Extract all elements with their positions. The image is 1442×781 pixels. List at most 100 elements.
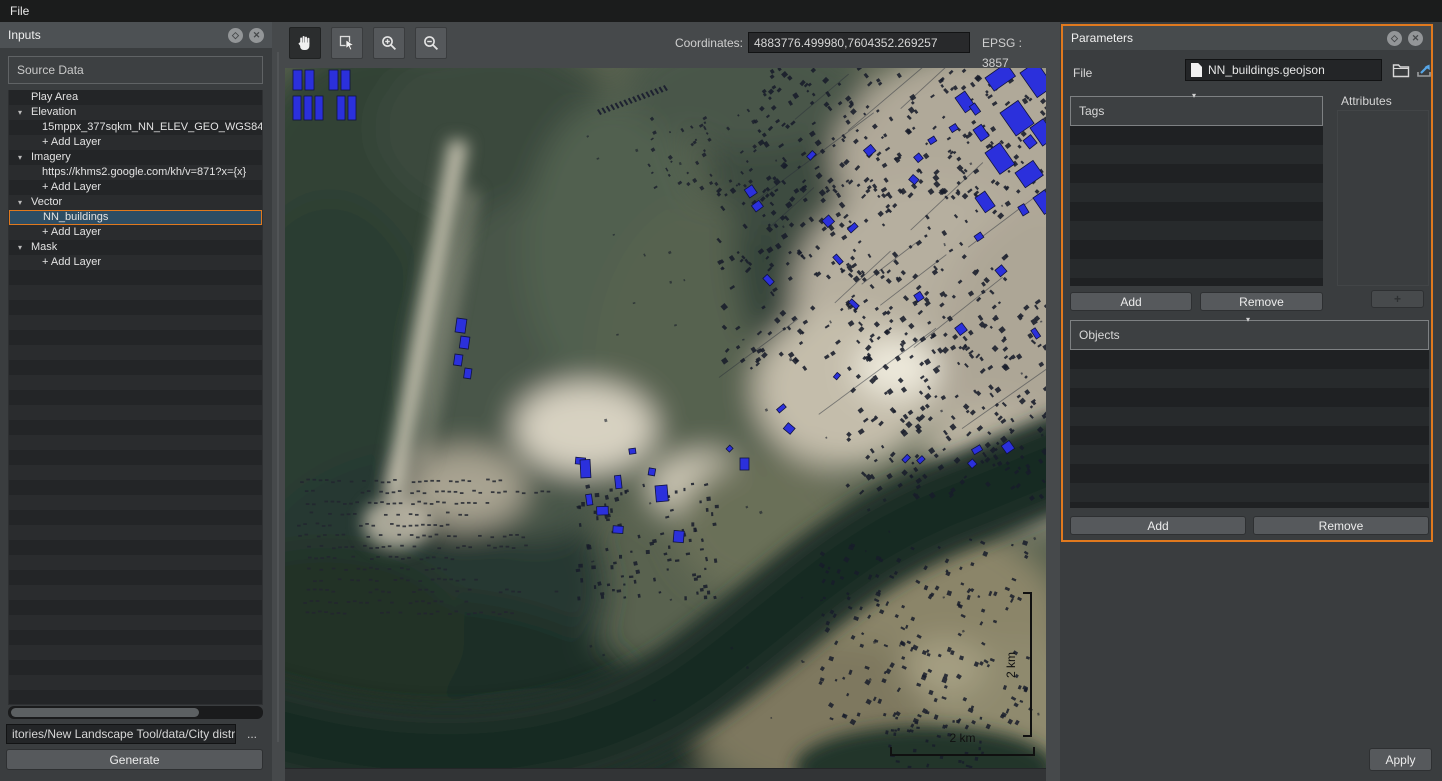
tree-item-play-area[interactable]: Play Area	[9, 90, 262, 105]
tags-sort-indicator-icon[interactable]: ▾	[1192, 92, 1196, 100]
generate-button[interactable]: Generate	[6, 749, 263, 770]
application-window: File Inputs ◇ ✕ Source Data Play Area▾El…	[0, 0, 1442, 781]
apply-button-label: Apply	[1385, 753, 1415, 767]
objects-table-body[interactable]	[1070, 350, 1429, 508]
menu-bar: File	[0, 0, 1442, 22]
float-panel-icon[interactable]: ◇	[228, 28, 243, 43]
file-icon	[1191, 63, 1202, 77]
tree-item-nn-buildings[interactable]: NN_buildings	[9, 210, 262, 225]
tree-item-label: https://khms2.google.com/kh/v=871?x={x}	[9, 165, 246, 180]
inputs-panel-header: Inputs ◇ ✕	[0, 22, 272, 48]
tree-expander-icon[interactable]: ▾	[18, 150, 22, 165]
objects-table-header[interactable]: Objects	[1070, 320, 1429, 350]
tree-item-add-layer[interactable]: + Add Layer	[9, 225, 262, 240]
output-path-input[interactable]: itories/New Landscape Tool/data/City dis…	[6, 724, 236, 744]
tree-item-imagery[interactable]: ▾Imagery	[9, 150, 262, 165]
tree-item-https-khms2-google-com-kh-v-871-x-x[interactable]: https://khms2.google.com/kh/v=871?x={x}	[9, 165, 262, 180]
select-rectangle-icon	[337, 33, 357, 53]
tree-expander-icon[interactable]: ▾	[18, 240, 22, 255]
import-file-button[interactable]	[1414, 59, 1434, 81]
zoom-in-icon	[379, 33, 399, 53]
attributes-area	[1337, 110, 1429, 286]
objects-add-button[interactable]: Add	[1070, 516, 1246, 535]
scalebar-horizontal	[890, 747, 1035, 756]
left-splitter[interactable]	[272, 22, 285, 781]
zoom-out-tool-button[interactable]	[415, 27, 447, 59]
map-canvas[interactable]: 2 km 2 km	[285, 68, 1046, 768]
generate-button-label: Generate	[109, 753, 159, 767]
source-data-label: Source Data	[17, 63, 84, 77]
parameters-panel: Parameters ◇ ✕ File NN_buildings.geojson	[1060, 22, 1442, 781]
parameters-panel-title: Parameters	[1071, 31, 1381, 45]
coordinates-label: Coordinates:	[648, 33, 743, 53]
float-panel-icon[interactable]: ◇	[1387, 31, 1402, 46]
tree-item-label: + Add Layer	[9, 135, 101, 150]
tree-item-label: NN_buildings	[10, 211, 108, 224]
tree-item-add-layer[interactable]: + Add Layer	[9, 255, 262, 270]
tree-item-label: + Add Layer	[9, 255, 101, 270]
parameters-panel-header: Parameters ◇ ✕	[1063, 26, 1431, 50]
tags-remove-button[interactable]: Remove	[1200, 292, 1323, 311]
tree-item-elevation[interactable]: ▾Elevation	[9, 105, 262, 120]
coordinates-value: 4883776.499980,7604352.269257	[754, 36, 938, 50]
tree-hscrollbar-thumb[interactable]	[11, 708, 199, 717]
pan-tool-button[interactable]	[289, 27, 321, 59]
map-area: Coordinates: 4883776.499980,7604352.2692…	[285, 22, 1046, 781]
objects-remove-button[interactable]: Remove	[1253, 516, 1429, 535]
tags-header-label: Tags	[1079, 104, 1104, 118]
tree-item-label: + Add Layer	[9, 180, 101, 195]
menu-file[interactable]: File	[0, 0, 39, 22]
map-bottom-strip	[285, 768, 1046, 781]
attributes-label: Attributes	[1341, 94, 1392, 108]
tags-add-label: Add	[1120, 295, 1141, 309]
tree-item-add-layer[interactable]: + Add Layer	[9, 135, 262, 150]
objects-remove-label: Remove	[1319, 519, 1364, 533]
parameters-focus-box: Parameters ◇ ✕ File NN_buildings.geojson	[1061, 24, 1433, 542]
tree-item-15mppx-377sqkm-nn-elev-geo-wgs84[interactable]: 15mppx_377sqkm_NN_ELEV_GEO_WGS84	[9, 120, 262, 135]
apply-button[interactable]: Apply	[1369, 748, 1432, 771]
zoom-out-icon	[421, 33, 441, 53]
tree-item-label: Vector	[9, 195, 62, 210]
import-icon	[1416, 62, 1432, 78]
tags-add-button[interactable]: Add	[1070, 292, 1192, 311]
source-data-header: Source Data	[8, 56, 263, 84]
objects-add-label: Add	[1147, 519, 1168, 533]
output-path-value: itories/New Landscape Tool/data/City dis…	[12, 727, 236, 741]
inputs-panel: Inputs ◇ ✕ Source Data Play Area▾Elevati…	[0, 22, 272, 781]
zoom-in-tool-button[interactable]	[373, 27, 405, 59]
tree-item-add-layer[interactable]: + Add Layer	[9, 180, 262, 195]
tags-remove-label: Remove	[1239, 295, 1284, 309]
plus-icon: +	[1394, 292, 1401, 306]
tree-item-label: Play Area	[9, 90, 78, 105]
close-panel-icon[interactable]: ✕	[249, 28, 264, 43]
tree-item-label: 15mppx_377sqkm_NN_ELEV_GEO_WGS84	[9, 120, 262, 135]
tags-table-header[interactable]: Tags	[1070, 96, 1323, 126]
file-label: File	[1073, 62, 1133, 84]
inputs-panel-title: Inputs	[8, 28, 222, 42]
source-data-tree: Play Area▾Elevation15mppx_377sqkm_NN_ELE…	[8, 90, 263, 705]
select-tool-button[interactable]	[331, 27, 363, 59]
browse-button[interactable]: ...	[240, 724, 264, 744]
close-panel-icon[interactable]: ✕	[1408, 31, 1423, 46]
scalebar-vertical	[1023, 592, 1032, 737]
tree-expander-icon[interactable]: ▾	[18, 105, 22, 120]
objects-header-label: Objects	[1079, 328, 1120, 342]
coordinates-input[interactable]: 4883776.499980,7604352.269257	[748, 32, 970, 53]
tree-item-mask[interactable]: ▾Mask	[9, 240, 262, 255]
scalebar-vertical-label: 2 km	[1003, 592, 1019, 737]
tree-hscrollbar[interactable]	[8, 706, 263, 719]
objects-sort-indicator-icon[interactable]: ▾	[1246, 316, 1250, 324]
hand-icon	[295, 33, 315, 53]
epsg-label: EPSG : 3857	[982, 33, 1046, 53]
browse-file-button[interactable]	[1388, 59, 1414, 81]
tags-table-body[interactable]	[1070, 126, 1323, 286]
file-value: NN_buildings.geojson	[1208, 63, 1325, 77]
file-input[interactable]: NN_buildings.geojson	[1185, 59, 1382, 81]
tree-item-label: Mask	[9, 240, 57, 255]
folder-icon	[1392, 62, 1410, 78]
tree-item-vector[interactable]: ▾Vector	[9, 195, 262, 210]
tree-item-label: + Add Layer	[9, 225, 101, 240]
tree-expander-icon[interactable]: ▾	[18, 195, 22, 210]
satellite-imagery	[285, 68, 1046, 768]
attributes-add-button[interactable]: +	[1371, 290, 1424, 308]
